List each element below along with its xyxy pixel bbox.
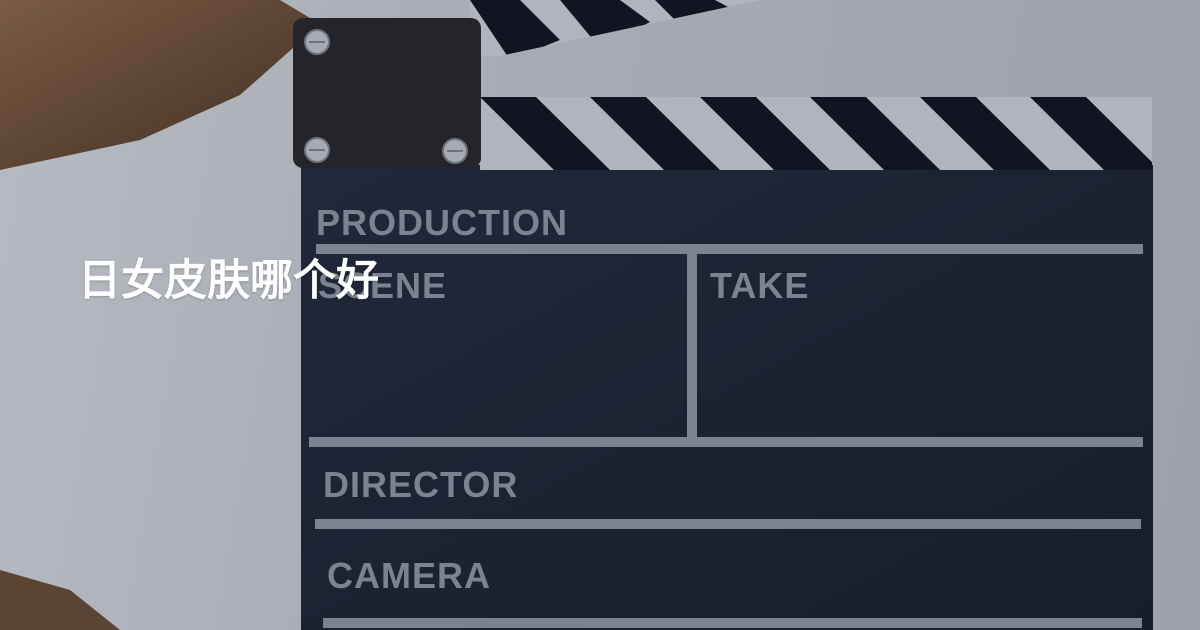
clapper-arm-stripes [470,0,760,56]
hero-image: PRODUCTION SCENE TAKE DIRECTOR CAMERA 日女… [0,0,1200,630]
hand-lower [0,570,120,630]
clapperboard-illustration [0,0,1153,630]
take-label: TAKE [710,265,810,306]
production-label: PRODUCTION [316,202,568,243]
camera-label: CAMERA [327,555,491,596]
hand [0,0,320,170]
director-label: DIRECTOR [323,464,519,505]
clapper-stripes [480,97,1152,170]
page-title: 日女皮肤哪个好 [78,256,379,306]
